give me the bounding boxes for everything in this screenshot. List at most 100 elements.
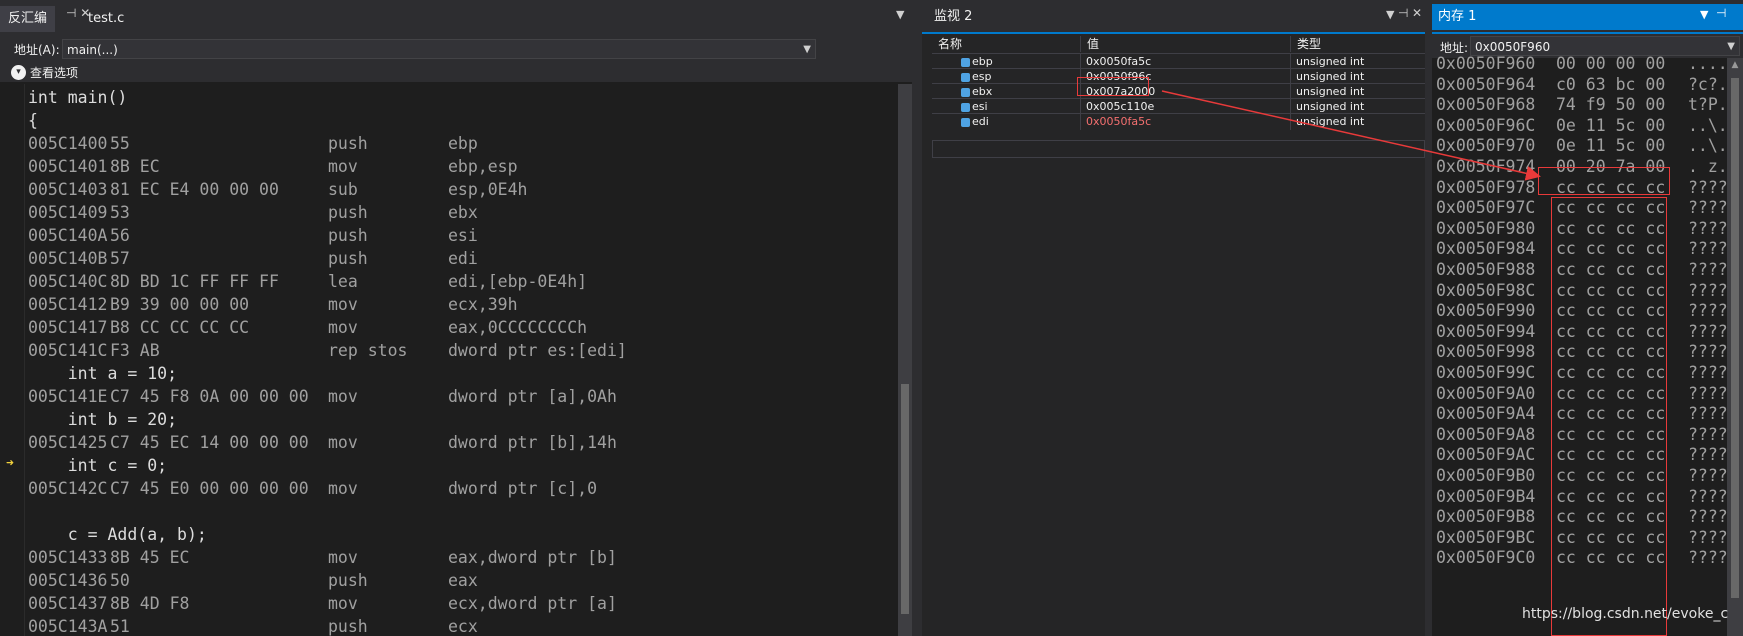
- memory-row[interactable]: 0x0050F994 cc cc cc cc????: [1436, 320, 1728, 343]
- memory-ascii: ????: [1688, 239, 1728, 259]
- memory-bytes: 0e 11 5c 00: [1556, 136, 1666, 156]
- asm-line: 005C1436 50 push eax: [28, 569, 888, 592]
- memory-row[interactable]: 0x0050F9BC cc cc cc cc????: [1436, 526, 1728, 549]
- chevron-down-icon[interactable]: ▼: [1386, 8, 1394, 21]
- memory-bytes: cc cc cc cc: [1556, 404, 1666, 424]
- asm-mnemonic: push: [328, 617, 368, 636]
- memory-row[interactable]: 0x0050F9A8 cc cc cc cc????: [1436, 423, 1728, 446]
- memory-row[interactable]: 0x0050F9C0 cc cc cc cc????: [1436, 546, 1728, 569]
- asm-address: 005C1425: [28, 433, 108, 452]
- memory-row[interactable]: 0x0050F970 0e 11 5c 00 ..\.: [1436, 134, 1728, 157]
- memory-row[interactable]: 0x0050F960 00 00 00 00....: [1436, 52, 1728, 75]
- asm-operands: esi: [448, 226, 478, 245]
- memory-bytes: cc cc cc cc: [1556, 198, 1666, 218]
- memory-row[interactable]: 0x0050F97C cc cc cc cc????: [1436, 196, 1728, 219]
- watch-value[interactable]: 0x0050fa5c: [1081, 114, 1291, 130]
- tab-test-c[interactable]: test.c: [80, 6, 132, 32]
- view-options-label[interactable]: 查看选项: [30, 64, 78, 81]
- asm-bytes: B9 39 00 00 00: [110, 295, 250, 314]
- memory-address: 0x0050F998: [1436, 342, 1536, 362]
- disassembly-panel: 反汇编 ⊣ ✕ test.c ▼ 地址(A): main(...) ▼ ▾ 查看…: [0, 0, 912, 636]
- asm-address: 005C1403: [28, 180, 108, 199]
- memory-row[interactable]: 0x0050F98C cc cc cc cc????: [1436, 279, 1728, 302]
- watch-name[interactable]: edi: [932, 114, 1081, 130]
- memory-row[interactable]: 0x0050F9A4 cc cc cc cc????: [1436, 402, 1728, 425]
- memory-address: 0x0050F9A0: [1436, 383, 1536, 403]
- code-gutter[interactable]: [0, 84, 25, 636]
- memory-row[interactable]: 0x0050F998 cc cc cc cc????: [1436, 340, 1728, 363]
- memory-ascii: ????: [1688, 301, 1728, 321]
- memory-bytes: cc cc cc cc: [1556, 486, 1666, 506]
- memory-bytes: cc cc cc cc: [1556, 507, 1666, 527]
- memory-row[interactable]: 0x0050F968 74 f9 50 00 t?P.: [1436, 93, 1728, 116]
- memory-row[interactable]: 0x0050F9AC cc cc cc cc????: [1436, 443, 1728, 466]
- memory-panel: 内存 1 ▼ ⊣ 地址: 0x0050F960 ▼ 0x0050F960 00 0…: [1432, 0, 1743, 636]
- memory-address: 0x0050F990: [1436, 301, 1536, 321]
- pin-icon[interactable]: ⊣: [1716, 6, 1726, 20]
- memory-row[interactable]: 0x0050F974 00 20 7a 00 . z.: [1436, 155, 1728, 178]
- asm-line: 005C143A 51 push ecx: [28, 615, 888, 636]
- code-vertical-scrollbar[interactable]: [898, 84, 912, 636]
- memory-row[interactable]: 0x0050F99C cc cc cc cc????: [1436, 361, 1728, 384]
- scroll-up-icon[interactable]: ▲: [1727, 60, 1743, 70]
- memory-row[interactable]: 0x0050F988 cc cc cc cc????: [1436, 258, 1728, 281]
- watch-new-row[interactable]: [932, 140, 1425, 158]
- asm-address: 005C140B: [28, 249, 108, 268]
- memory-row[interactable]: 0x0050F9A0 cc cc cc cc????: [1436, 382, 1728, 405]
- memory-row[interactable]: 0x0050F978 cc cc cc cc????: [1436, 176, 1728, 199]
- memory-ascii: ????: [1688, 321, 1728, 341]
- address-combobox[interactable]: main(...) ▼: [62, 39, 816, 59]
- scrollbar-thumb[interactable]: [1731, 78, 1739, 598]
- watch-type[interactable]: unsigned int: [1291, 114, 1425, 130]
- asm-mnemonic: push: [328, 249, 368, 268]
- memory-ascii: ????: [1688, 198, 1728, 218]
- asm-bytes: B8 CC CC CC CC: [110, 318, 250, 337]
- close-icon[interactable]: ✕: [1412, 6, 1422, 20]
- asm-address: 005C140C: [28, 272, 108, 291]
- tab-memory-1[interactable]: 内存 1: [1432, 4, 1743, 30]
- memory-row[interactable]: 0x0050F9B0 cc cc cc cc????: [1436, 464, 1728, 487]
- asm-line: 005C1433 8B 45 EC mov eax,dword ptr [b]: [28, 546, 888, 569]
- asm-operands: edi: [448, 249, 478, 268]
- chevron-down-icon[interactable]: ▼: [1700, 8, 1708, 21]
- asm-operands: eax,dword ptr [b]: [448, 548, 617, 567]
- memory-row[interactable]: 0x0050F964 c0 63 bc 00 ?c?.: [1436, 73, 1728, 96]
- memory-address: 0x0050F988: [1436, 260, 1536, 279]
- watch-row[interactable]: edi 0x0050fa5c unsigned int: [932, 113, 1425, 131]
- tab-memory-1-label: 内存 1: [1438, 9, 1477, 24]
- pin-icon[interactable]: ⊣: [1398, 6, 1408, 20]
- memory-row[interactable]: 0x0050F990 cc cc cc cc????: [1436, 299, 1728, 322]
- memory-bytes: cc cc cc cc: [1556, 280, 1666, 300]
- memory-row[interactable]: 0x0050F984 cc cc cc cc????: [1436, 237, 1728, 260]
- chevron-down-icon[interactable]: ▼: [896, 8, 904, 21]
- asm-bytes: 8B 45 EC: [110, 548, 190, 567]
- memory-bytes: 00 00 00 00: [1556, 54, 1666, 73]
- expand-options-icon[interactable]: ▾: [11, 65, 26, 80]
- memory-vertical-scrollbar[interactable]: ▲: [1727, 58, 1743, 636]
- asm-address: 005C140A: [28, 226, 108, 245]
- memory-bytes: cc cc cc cc: [1556, 342, 1666, 362]
- memory-ascii: ????: [1688, 177, 1728, 197]
- memory-row[interactable]: 0x0050F9B4 cc cc cc cc????: [1436, 485, 1728, 508]
- column-header-name[interactable]: 名称: [932, 36, 1081, 52]
- asm-address: 005C1433: [28, 548, 108, 567]
- tab-test-c-label: test.c: [88, 11, 125, 26]
- column-header-type[interactable]: 类型: [1291, 36, 1425, 52]
- memory-row[interactable]: 0x0050F9B8 cc cc cc cc????: [1436, 505, 1728, 528]
- memory-bytes: cc cc cc cc: [1556, 260, 1666, 279]
- memory-row[interactable]: 0x0050F980 cc cc cc cc????: [1436, 217, 1728, 240]
- address-label: 地址(A):: [14, 43, 60, 57]
- scrollbar-thumb[interactable]: [901, 384, 909, 614]
- memory-address: 0x0050F980: [1436, 218, 1536, 238]
- memory-address: 0x0050F9B4: [1436, 486, 1536, 506]
- memory-address: 0x0050F984: [1436, 239, 1536, 259]
- memory-address: 0x0050F9AC: [1436, 445, 1536, 465]
- tab-disassembly[interactable]: 反汇编: [0, 6, 56, 32]
- memory-row[interactable]: 0x0050F96C 0e 11 5c 00 ..\.: [1436, 114, 1728, 137]
- asm-mnemonic: mov: [328, 548, 358, 567]
- column-header-value[interactable]: 值: [1081, 36, 1291, 52]
- disassembly-code-view[interactable]: ➜ int main(){005C1400 55 push ebp 005C1401 8B…: [0, 84, 898, 636]
- memory-address: 0x0050F9A4: [1436, 404, 1536, 424]
- tab-watch-2[interactable]: 监视 2: [926, 4, 980, 30]
- tab-disassembly-label: 反汇编: [8, 11, 48, 26]
